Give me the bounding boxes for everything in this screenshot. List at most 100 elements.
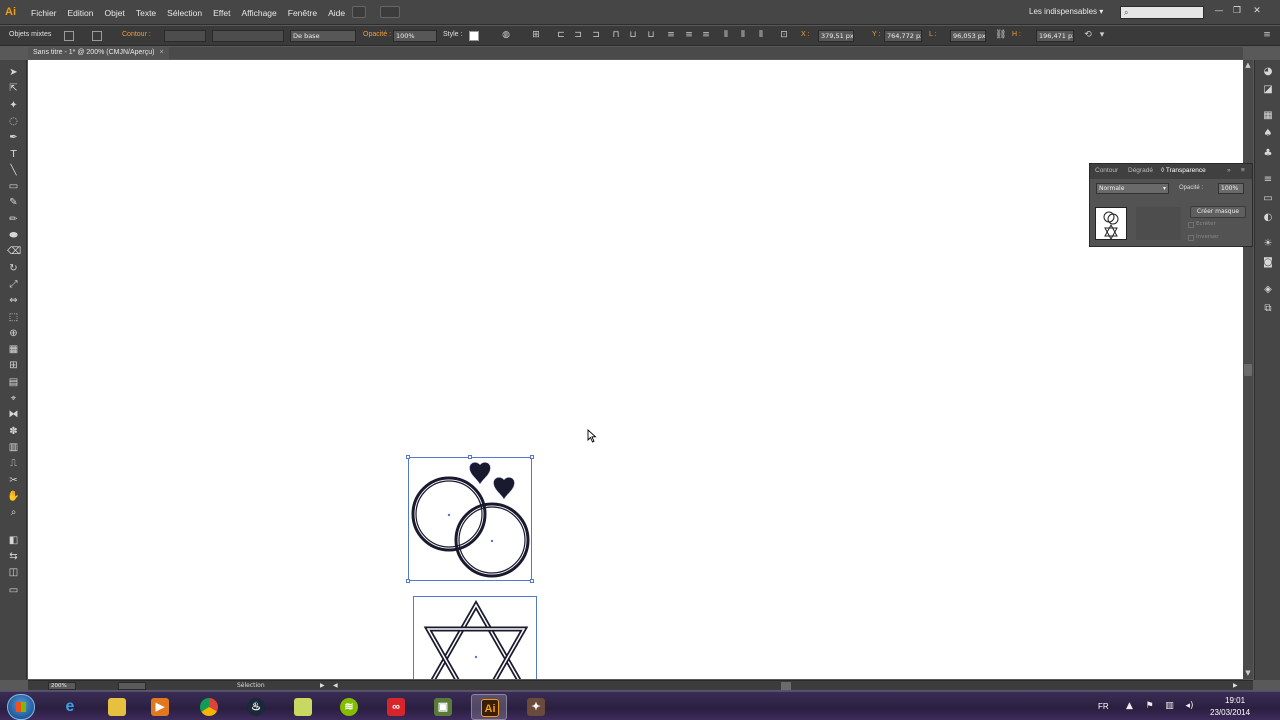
panel-options-icon[interactable]: ≡ — [1241, 167, 1245, 174]
gradient-icon[interactable]: ▤ — [7, 376, 20, 389]
taskbar-game[interactable]: ✦ — [518, 694, 554, 720]
clock-time[interactable]: 19:01 — [1225, 696, 1245, 705]
create-mask-button[interactable]: Créer masque — [1190, 206, 1246, 218]
distribute-right-icon[interactable]: ⦀ — [756, 30, 766, 41]
perspective-icon[interactable]: ▦ — [7, 343, 20, 356]
clock-date[interactable]: 23/03/2014 — [1210, 708, 1250, 717]
artboard-icon[interactable]: ⎍ — [7, 457, 20, 470]
menu-texte[interactable]: Texte — [136, 8, 156, 18]
fill-stroke-icon[interactable]: ◧ — [7, 534, 20, 547]
workspace-switcher[interactable]: Les indispensables ▾ — [1029, 7, 1103, 16]
action-center-icon[interactable]: ⚑ — [1144, 701, 1155, 712]
taskbar-explorer[interactable] — [99, 694, 135, 720]
selection-handle[interactable] — [468, 455, 472, 459]
recolor-icon[interactable]: ◍ — [501, 30, 511, 41]
symbols-icon[interactable]: ♣ — [1262, 148, 1274, 160]
distribute-top-icon[interactable]: ≡ — [666, 30, 676, 41]
x-field[interactable]: 379,51 px — [818, 30, 854, 42]
hand-icon[interactable]: ✋ — [7, 490, 20, 503]
transparency-panel-icon[interactable]: ◐ — [1262, 212, 1274, 224]
pen-icon[interactable]: ✒ — [7, 131, 20, 144]
brush-icon[interactable]: ✎ — [7, 196, 20, 209]
menu-fichier[interactable]: Fichier — [31, 8, 57, 18]
volume-icon[interactable]: ◂) — [1184, 701, 1195, 712]
align-bottom-icon[interactable]: ⊔ — [646, 30, 656, 41]
swap-colors-icon[interactable]: ⇆ — [7, 550, 20, 563]
menu-affichage[interactable]: Affichage — [241, 8, 276, 18]
line-icon[interactable]: ╲ — [7, 164, 20, 177]
color-panel-icon[interactable]: ◕ — [1262, 66, 1274, 78]
drawing-mode-icon[interactable]: ◫ — [7, 566, 20, 579]
blend-icon[interactable]: ⧓ — [7, 408, 20, 421]
language-indicator[interactable]: FR — [1098, 702, 1109, 711]
transform-options-icon[interactable]: ⟲ — [1083, 30, 1093, 41]
network-icon[interactable]: ▥ — [1164, 701, 1175, 712]
document-tab[interactable]: Sans titre - 1* @ 200% (CMJN/Aperçu) × — [28, 47, 169, 59]
status-arrow-icon[interactable]: ▶ — [320, 682, 325, 689]
height-field[interactable]: 196,471 px — [1036, 30, 1074, 42]
tab-contour[interactable]: Contour — [1095, 167, 1118, 174]
opacity-field[interactable]: 100% — [393, 30, 437, 42]
taskbar-media-player[interactable]: ▶ — [142, 694, 178, 720]
eraser-icon[interactable]: ⌫ — [7, 245, 21, 258]
hscroll-right-icon[interactable]: ▶ — [1233, 682, 1238, 689]
control-panel-menu-icon[interactable]: ▾ — [1097, 30, 1107, 41]
width-icon[interactable]: ⇔ — [7, 294, 20, 307]
distribute-hcenter-icon[interactable]: ⦀ — [738, 30, 748, 41]
rings-artwork[interactable] — [406, 455, 534, 583]
tab-transparence[interactable]: ◊ Transparence — [1161, 167, 1206, 174]
menu-aide[interactable]: Aide — [328, 8, 345, 18]
taskbar-illustrator[interactable]: Ai — [471, 694, 507, 720]
width-field[interactable]: 96,053 px — [950, 30, 986, 42]
lasso-icon[interactable]: ◌ — [7, 115, 20, 128]
distribute-bottom-icon[interactable]: ≡ — [701, 30, 711, 41]
menu-effet[interactable]: Effet — [213, 8, 230, 18]
panel-opacity-field[interactable]: 100% — [1218, 183, 1244, 194]
stroke-label[interactable]: Contour : — [122, 31, 151, 38]
gradient-panel-icon[interactable]: ▭ — [1262, 193, 1274, 205]
distribute-vcenter-icon[interactable]: ≡ — [684, 30, 694, 41]
clip-checkbox[interactable] — [1188, 222, 1194, 228]
layers-icon[interactable]: ◈ — [1262, 284, 1274, 296]
slice-icon[interactable]: ✂ — [7, 474, 20, 487]
artboard-canvas[interactable] — [28, 60, 1243, 679]
vertical-scrollbar[interactable]: ▲ ▼ — [1243, 60, 1253, 679]
align-top-icon[interactable]: ⊓ — [611, 30, 621, 41]
direct-selection-tool-icon[interactable]: ⇱ — [7, 82, 20, 95]
align-vcenter-icon[interactable]: ⊔ — [628, 30, 638, 41]
swatches-icon[interactable]: ▦ — [1262, 110, 1274, 122]
menu-objet[interactable]: Objet — [105, 8, 125, 18]
scroll-up-icon[interactable]: ▲ — [1244, 61, 1252, 70]
taskbar-folder[interactable] — [285, 694, 321, 720]
arrange-documents-button[interactable] — [380, 6, 400, 18]
y-field[interactable]: 764,772 px — [884, 30, 922, 42]
rotate-icon[interactable]: ↻ — [7, 262, 20, 275]
fill-swatch[interactable] — [64, 31, 74, 41]
artboards-icon[interactable]: ⧉ — [1262, 303, 1274, 315]
distribute-left-icon[interactable]: ⦀ — [721, 30, 731, 41]
color-guide-icon[interactable]: ◪ — [1262, 84, 1274, 96]
selection-handle[interactable] — [406, 579, 410, 583]
appearance-icon[interactable]: ☀ — [1262, 238, 1274, 250]
zoom-field[interactable]: 200% — [48, 682, 76, 690]
taskbar-internet-explorer[interactable]: e — [52, 694, 88, 720]
tab-degrade[interactable]: Dégradé — [1128, 167, 1153, 174]
panel-menu-icon[interactable]: ≡ — [1262, 30, 1272, 41]
horizontal-scroll-thumb[interactable] — [781, 682, 791, 690]
symbol-sprayer-icon[interactable]: ✽ — [7, 425, 20, 438]
align-to-icon[interactable]: ⊞ — [531, 30, 541, 41]
constrain-proportions-icon[interactable]: ⛓ — [995, 30, 1006, 41]
type-icon[interactable]: T — [7, 148, 20, 161]
rectangle-icon[interactable]: ▭ — [7, 180, 20, 193]
eyedropper-icon[interactable]: ⌖ — [7, 392, 20, 405]
close-icon[interactable]: ✕ — [1249, 4, 1265, 18]
align-right-icon[interactable]: ⊐ — [591, 30, 601, 41]
start-button[interactable] — [7, 694, 35, 720]
vertical-scroll-thumb[interactable] — [1244, 364, 1252, 376]
opacity-label[interactable]: Opacité : — [363, 31, 391, 38]
menu-selection[interactable]: Sélection — [167, 8, 202, 18]
taskbar-creative-cloud[interactable]: ∞ — [378, 694, 414, 720]
screen-mode-icon[interactable]: ▭ — [7, 584, 20, 597]
taskbar-spotify[interactable]: ≋ — [331, 694, 367, 720]
stroke-panel-icon[interactable]: ≡ — [1262, 174, 1274, 186]
